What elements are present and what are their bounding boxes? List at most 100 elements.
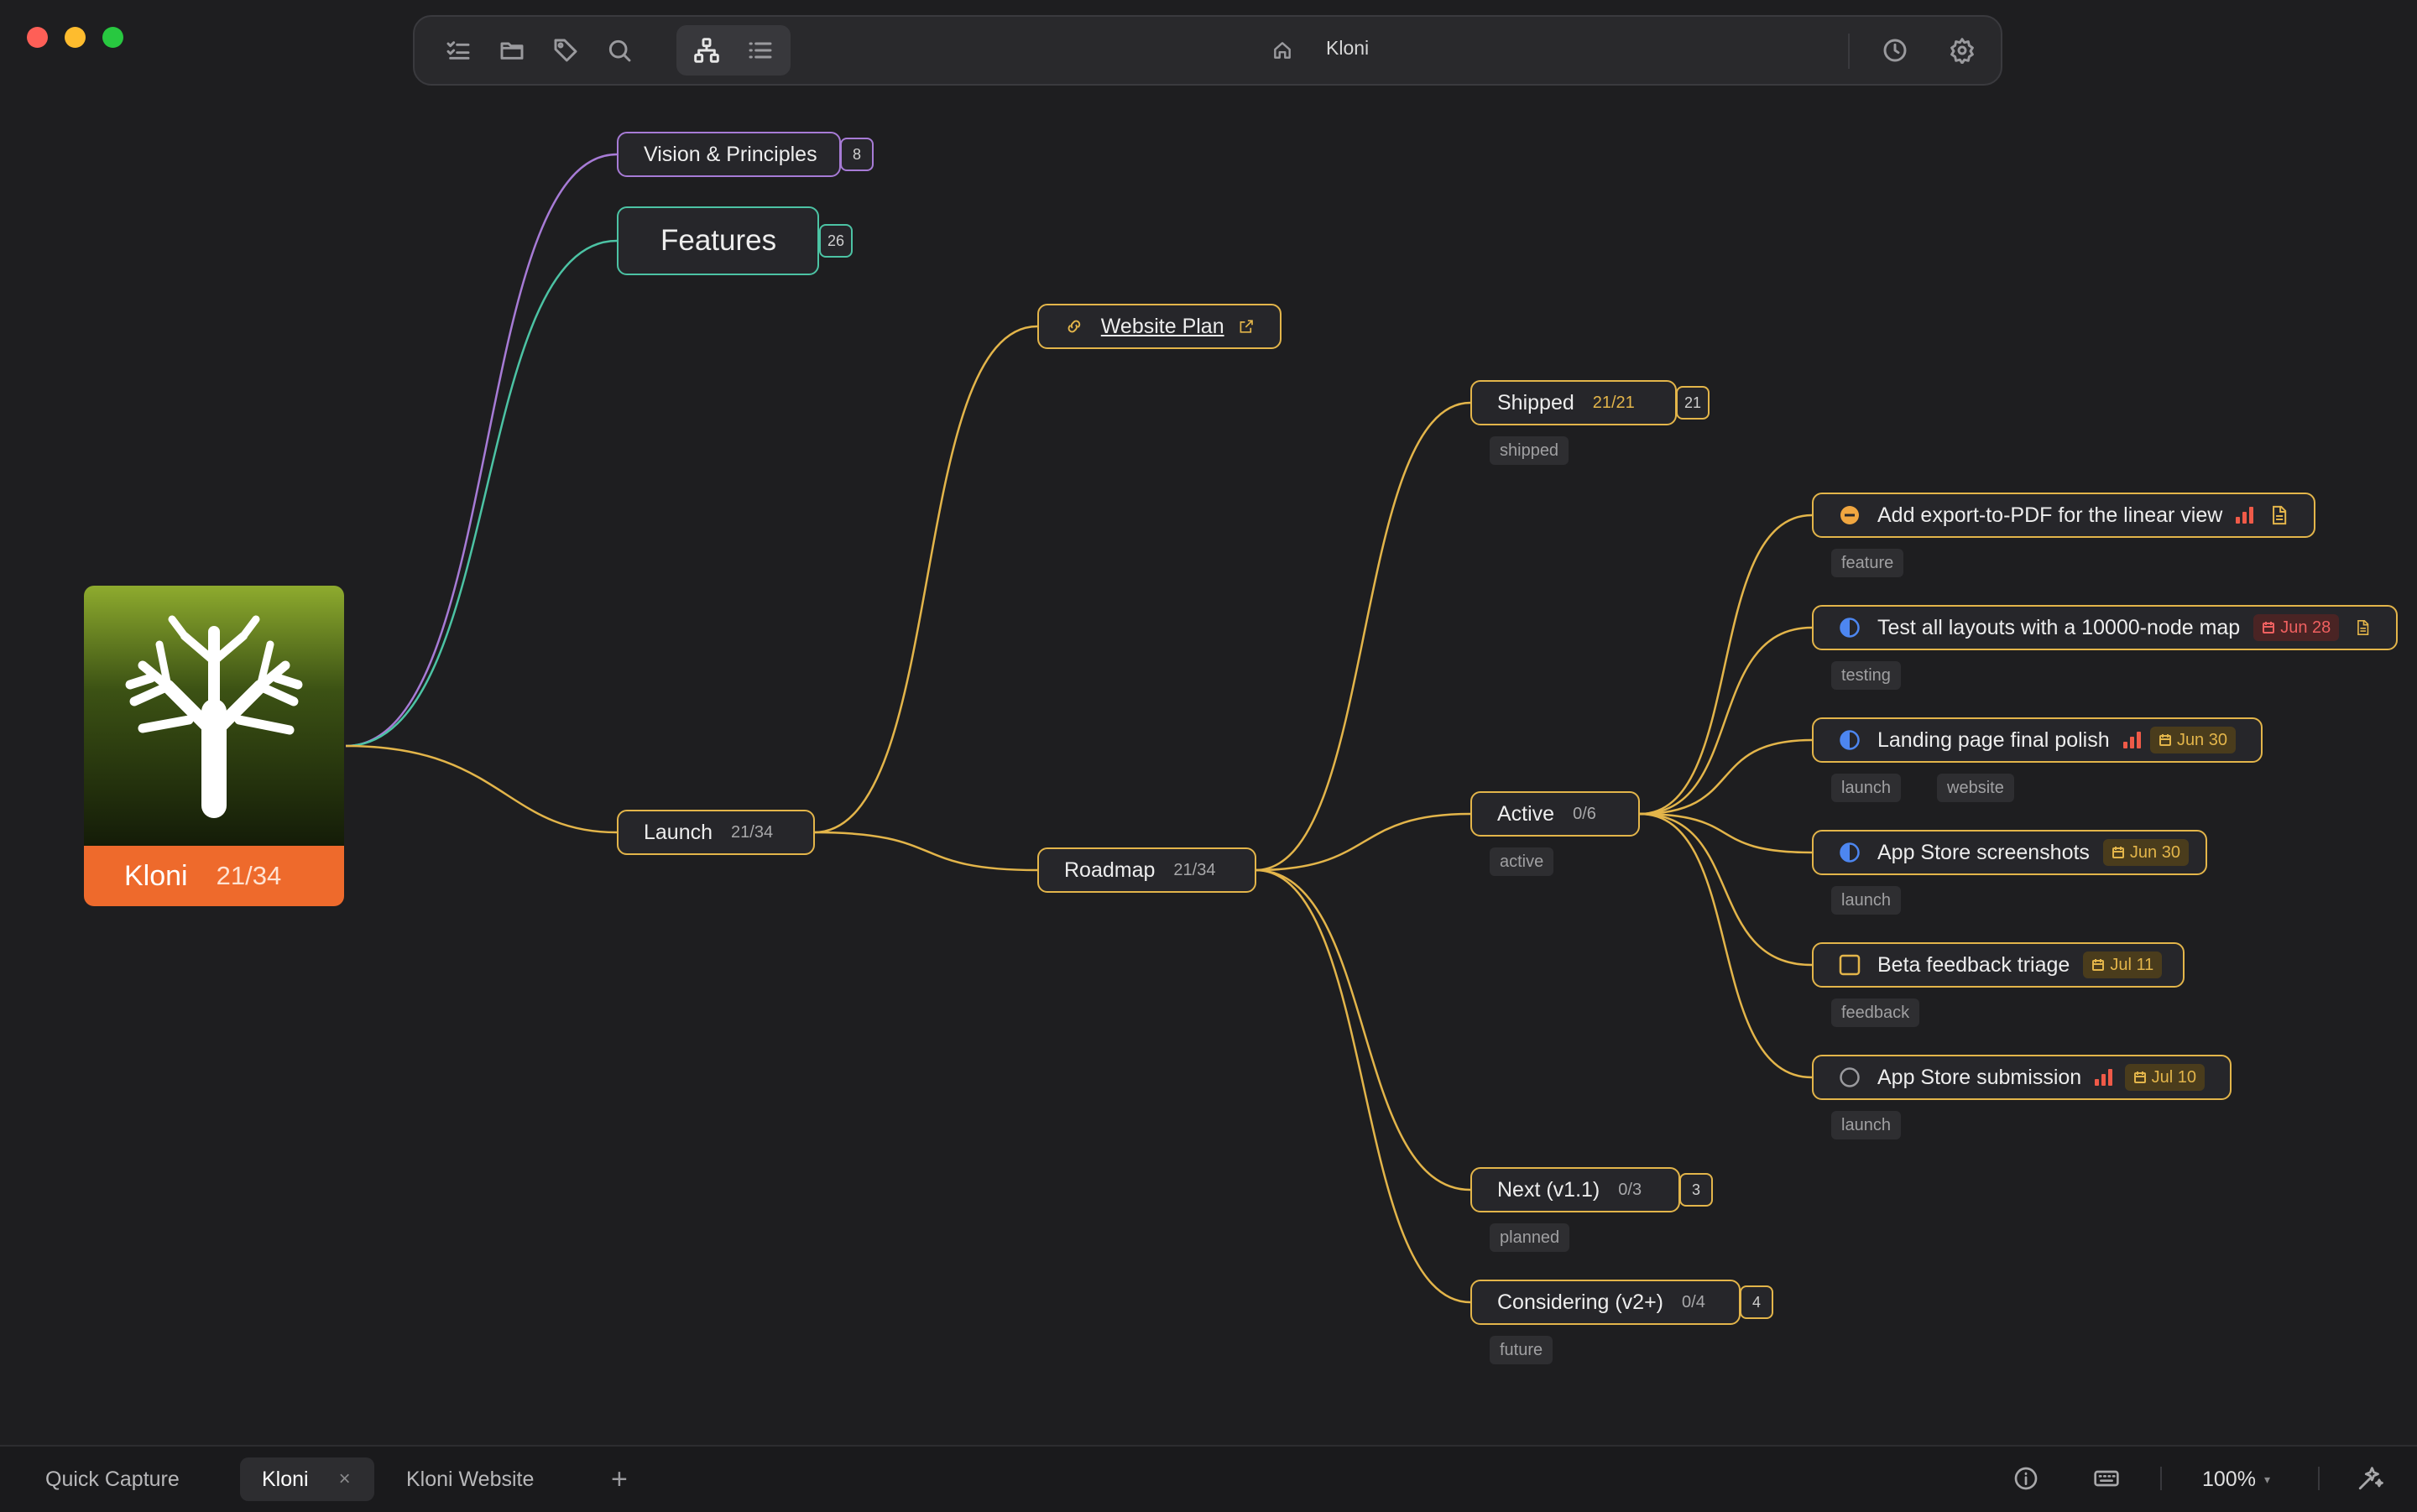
node-label: Active [1497,801,1555,826]
node-label: Features [660,224,777,257]
due-date[interactable]: Jun 30 [2102,839,2189,866]
ai-sparkle-icon[interactable] [2357,1463,2385,1496]
due-date[interactable]: Jun 30 [2149,727,2236,753]
tag-testing[interactable]: testing [1831,661,1901,690]
progress-count: 21/21 [1592,393,1635,412]
in-progress-status-icon[interactable] [1839,729,1861,751]
tag-launch[interactable]: launch [1831,886,1901,915]
not-started-status-icon[interactable] [1839,1066,1861,1088]
tag-active[interactable]: active [1490,847,1554,876]
node-considering[interactable]: Considering (v2+) 0/4 [1470,1280,1741,1325]
due-date-label: Jun 28 [2280,618,2331,637]
node-features[interactable]: Features [617,206,819,275]
node-label[interactable]: Website Plan [1101,315,1224,339]
due-date[interactable]: Jun 28 [2253,614,2340,641]
chevron-down-icon: ▾ [2263,1472,2270,1486]
due-date-label: Jul 10 [2151,1067,2196,1087]
due-date-label: Jul 11 [2110,955,2154,974]
node-vision[interactable]: Vision & Principles [617,132,841,177]
calendar-icon [2159,734,2171,746]
blocked-status-icon[interactable] [1839,504,1861,526]
due-date[interactable]: Jul 11 [2083,952,2163,978]
connector-vision [345,153,618,748]
task-node[interactable]: App Store submission Jul 10 [1812,1055,2232,1100]
info-icon[interactable] [2012,1465,2039,1496]
due-date[interactable]: Jul 10 [2124,1064,2205,1091]
task-label: App Store screenshots [1877,840,2090,864]
tag-feedback[interactable]: feedback [1831,998,1920,1027]
in-progress-status-icon[interactable] [1839,842,1861,863]
add-tab-button[interactable]: + [611,1457,628,1501]
task-node[interactable]: Add export-to-PDF for the linear view [1812,493,2315,538]
tab-kloni[interactable]: Kloni × [240,1457,374,1501]
root-label: Kloni [124,859,188,892]
tab-label: Kloni [262,1467,309,1491]
tree-icon [125,615,303,818]
due-date-label: Jun 30 [2129,842,2180,862]
child-count-badge[interactable]: 26 [819,224,853,258]
connector-website-plan [813,325,1038,834]
root-node[interactable]: Kloni 21/34 [84,586,344,906]
root-label-bar: Kloni 21/34 [84,846,344,906]
node-active[interactable]: Active 0/6 [1470,791,1640,837]
child-count-badge[interactable]: 4 [1740,1285,1773,1319]
connector-active [1255,812,1471,872]
progress-count: 0/4 [1682,1292,1705,1311]
node-label: Next (v1.1) [1497,1177,1600,1202]
high-priority-icon [2095,1069,2113,1086]
root-image [84,586,344,846]
connector-task-5 [1639,812,1813,967]
zoom-select[interactable]: 100% ▾ [2202,1457,2270,1501]
todo-checkbox-icon[interactable] [1839,954,1861,976]
tag-shipped[interactable]: shipped [1490,436,1569,465]
node-label: Shipped [1497,390,1574,414]
node-label: Vision & Principles [644,142,817,166]
keyboard-icon[interactable] [2093,1465,2120,1496]
task-node[interactable]: Test all layouts with a 10000-node map J… [1812,605,2398,650]
progress-count: 21/34 [731,822,774,842]
high-priority-icon [2236,507,2254,524]
progress-count: 21/34 [1173,860,1216,879]
tag-planned[interactable]: planned [1490,1223,1570,1252]
node-label: Roadmap [1064,858,1156,882]
tag-launch[interactable]: launch [1831,774,1901,802]
tag-feature[interactable]: feature [1831,549,1904,577]
node-label: Considering (v2+) [1497,1290,1664,1314]
status-divider [2160,1467,2162,1490]
child-count-badge[interactable]: 21 [1676,386,1710,420]
root-count: 21/34 [216,861,282,890]
node-roadmap[interactable]: Roadmap 21/34 [1037,847,1256,893]
tag-website[interactable]: website [1937,774,2014,802]
in-progress-status-icon[interactable] [1839,617,1861,639]
connector-task-6 [1639,812,1813,1079]
child-count-badge[interactable]: 8 [840,138,874,171]
external-link-icon[interactable] [1238,316,1255,336]
task-node[interactable]: Beta feedback triage Jul 11 [1812,942,2185,988]
task-label: App Store submission [1877,1065,2082,1089]
tag-future[interactable]: future [1490,1336,1553,1364]
task-label: Beta feedback triage [1877,952,2070,977]
node-website-plan[interactable]: Website Plan [1037,304,1282,349]
connector-considering [1255,868,1471,1304]
task-label: Test all layouts with a 10000-node map [1877,615,2241,639]
connector-features [345,239,618,748]
node-shipped[interactable]: Shipped 21/21 [1470,380,1677,425]
note-icon[interactable] [2268,504,2289,526]
child-count-badge[interactable]: 3 [1679,1173,1713,1207]
task-node[interactable]: App Store screenshots Jun 30 [1812,830,2207,875]
tab-quick-capture[interactable]: Quick Capture [45,1457,180,1501]
calendar-icon [2092,959,2105,971]
node-next[interactable]: Next (v1.1) 0/3 [1470,1167,1680,1212]
task-label: Add export-to-PDF for the linear view [1877,503,2223,527]
task-node[interactable]: Landing page final polish Jun 30 [1812,717,2263,763]
note-icon[interactable] [2354,617,2371,639]
connector-task-3 [1639,738,1813,816]
connector-next [1255,868,1471,1191]
close-tab-icon[interactable]: × [339,1468,351,1491]
node-launch[interactable]: Launch 21/34 [617,810,815,855]
tag-launch[interactable]: launch [1831,1111,1901,1139]
tab-kloni-website[interactable]: Kloni Website [406,1457,534,1501]
calendar-icon [2133,1071,2146,1083]
connector-roadmap [813,831,1038,872]
connector-launch [345,744,618,834]
